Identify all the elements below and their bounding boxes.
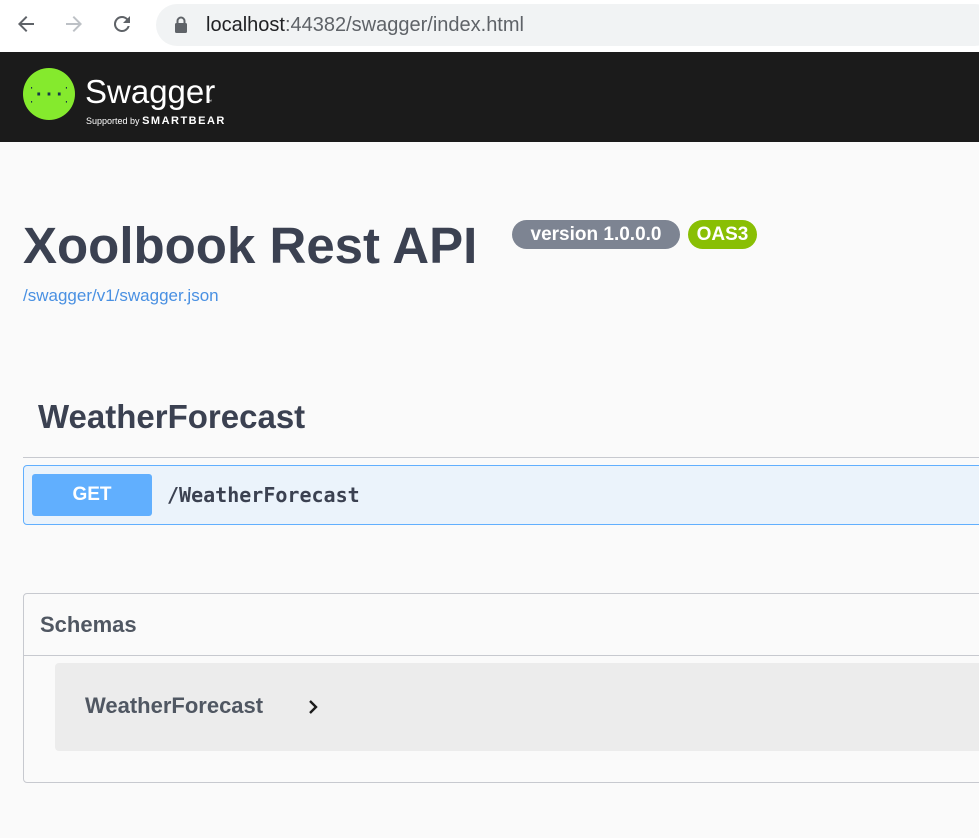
- supported-by-label: Supported by SMARTBEAR: [86, 115, 226, 127]
- version-badge: version 1.0.0.0: [512, 220, 680, 249]
- model-name: WeatherForecast: [85, 693, 264, 718]
- address-bar[interactable]: localhost:44382/swagger/index.html: [156, 4, 979, 46]
- arrow-right-icon: [66, 16, 82, 32]
- url-path: :44382/swagger/index.html: [284, 14, 524, 36]
- http-method-badge: GET: [32, 474, 152, 516]
- api-title: Xoolbook Rest API: [23, 217, 478, 274]
- swagger-logo-text[interactable]: Swagger: [85, 73, 215, 111]
- operation-get-weatherforecast[interactable]: GET /WeatherForecast: [23, 465, 979, 525]
- supported-by-text: Supported by: [86, 116, 140, 126]
- swagger-logo-icon[interactable]: {···}: [23, 68, 75, 120]
- lock-icon[interactable]: [173, 16, 189, 34]
- browser-toolbar: localhost:44382/swagger/index.html: [0, 0, 979, 52]
- swagger-topbar: {···} Swagger ™ Supported by SMARTBEAR: [0, 52, 979, 142]
- url-host: localhost: [206, 14, 285, 36]
- smartbear-text: SMARTBEAR: [142, 115, 226, 127]
- arrow-left-icon: [18, 16, 34, 32]
- oas-badge: OAS3: [688, 220, 757, 249]
- back-button[interactable]: [12, 10, 40, 38]
- svg-text:{···}: {···}: [31, 85, 67, 105]
- reload-icon: [113, 15, 130, 32]
- forward-button[interactable]: [60, 10, 88, 38]
- tag-divider: [23, 457, 979, 458]
- schemas-divider: [24, 655, 979, 656]
- schemas-section: Schemas WeatherForecast: [23, 593, 979, 783]
- chevron-right-icon[interactable]: [307, 699, 319, 715]
- reload-button[interactable]: [108, 10, 136, 38]
- url-text[interactable]: localhost:44382/swagger/index.html: [206, 14, 524, 37]
- schemas-title[interactable]: Schemas: [40, 612, 137, 638]
- operation-path: /WeatherForecast: [167, 483, 360, 507]
- trademark-symbol: ™: [207, 99, 212, 105]
- swagger-json-link[interactable]: /swagger/v1/swagger.json: [23, 286, 219, 306]
- model-weatherforecast[interactable]: WeatherForecast: [55, 663, 979, 751]
- tag-weatherforecast[interactable]: WeatherForecast: [38, 398, 305, 436]
